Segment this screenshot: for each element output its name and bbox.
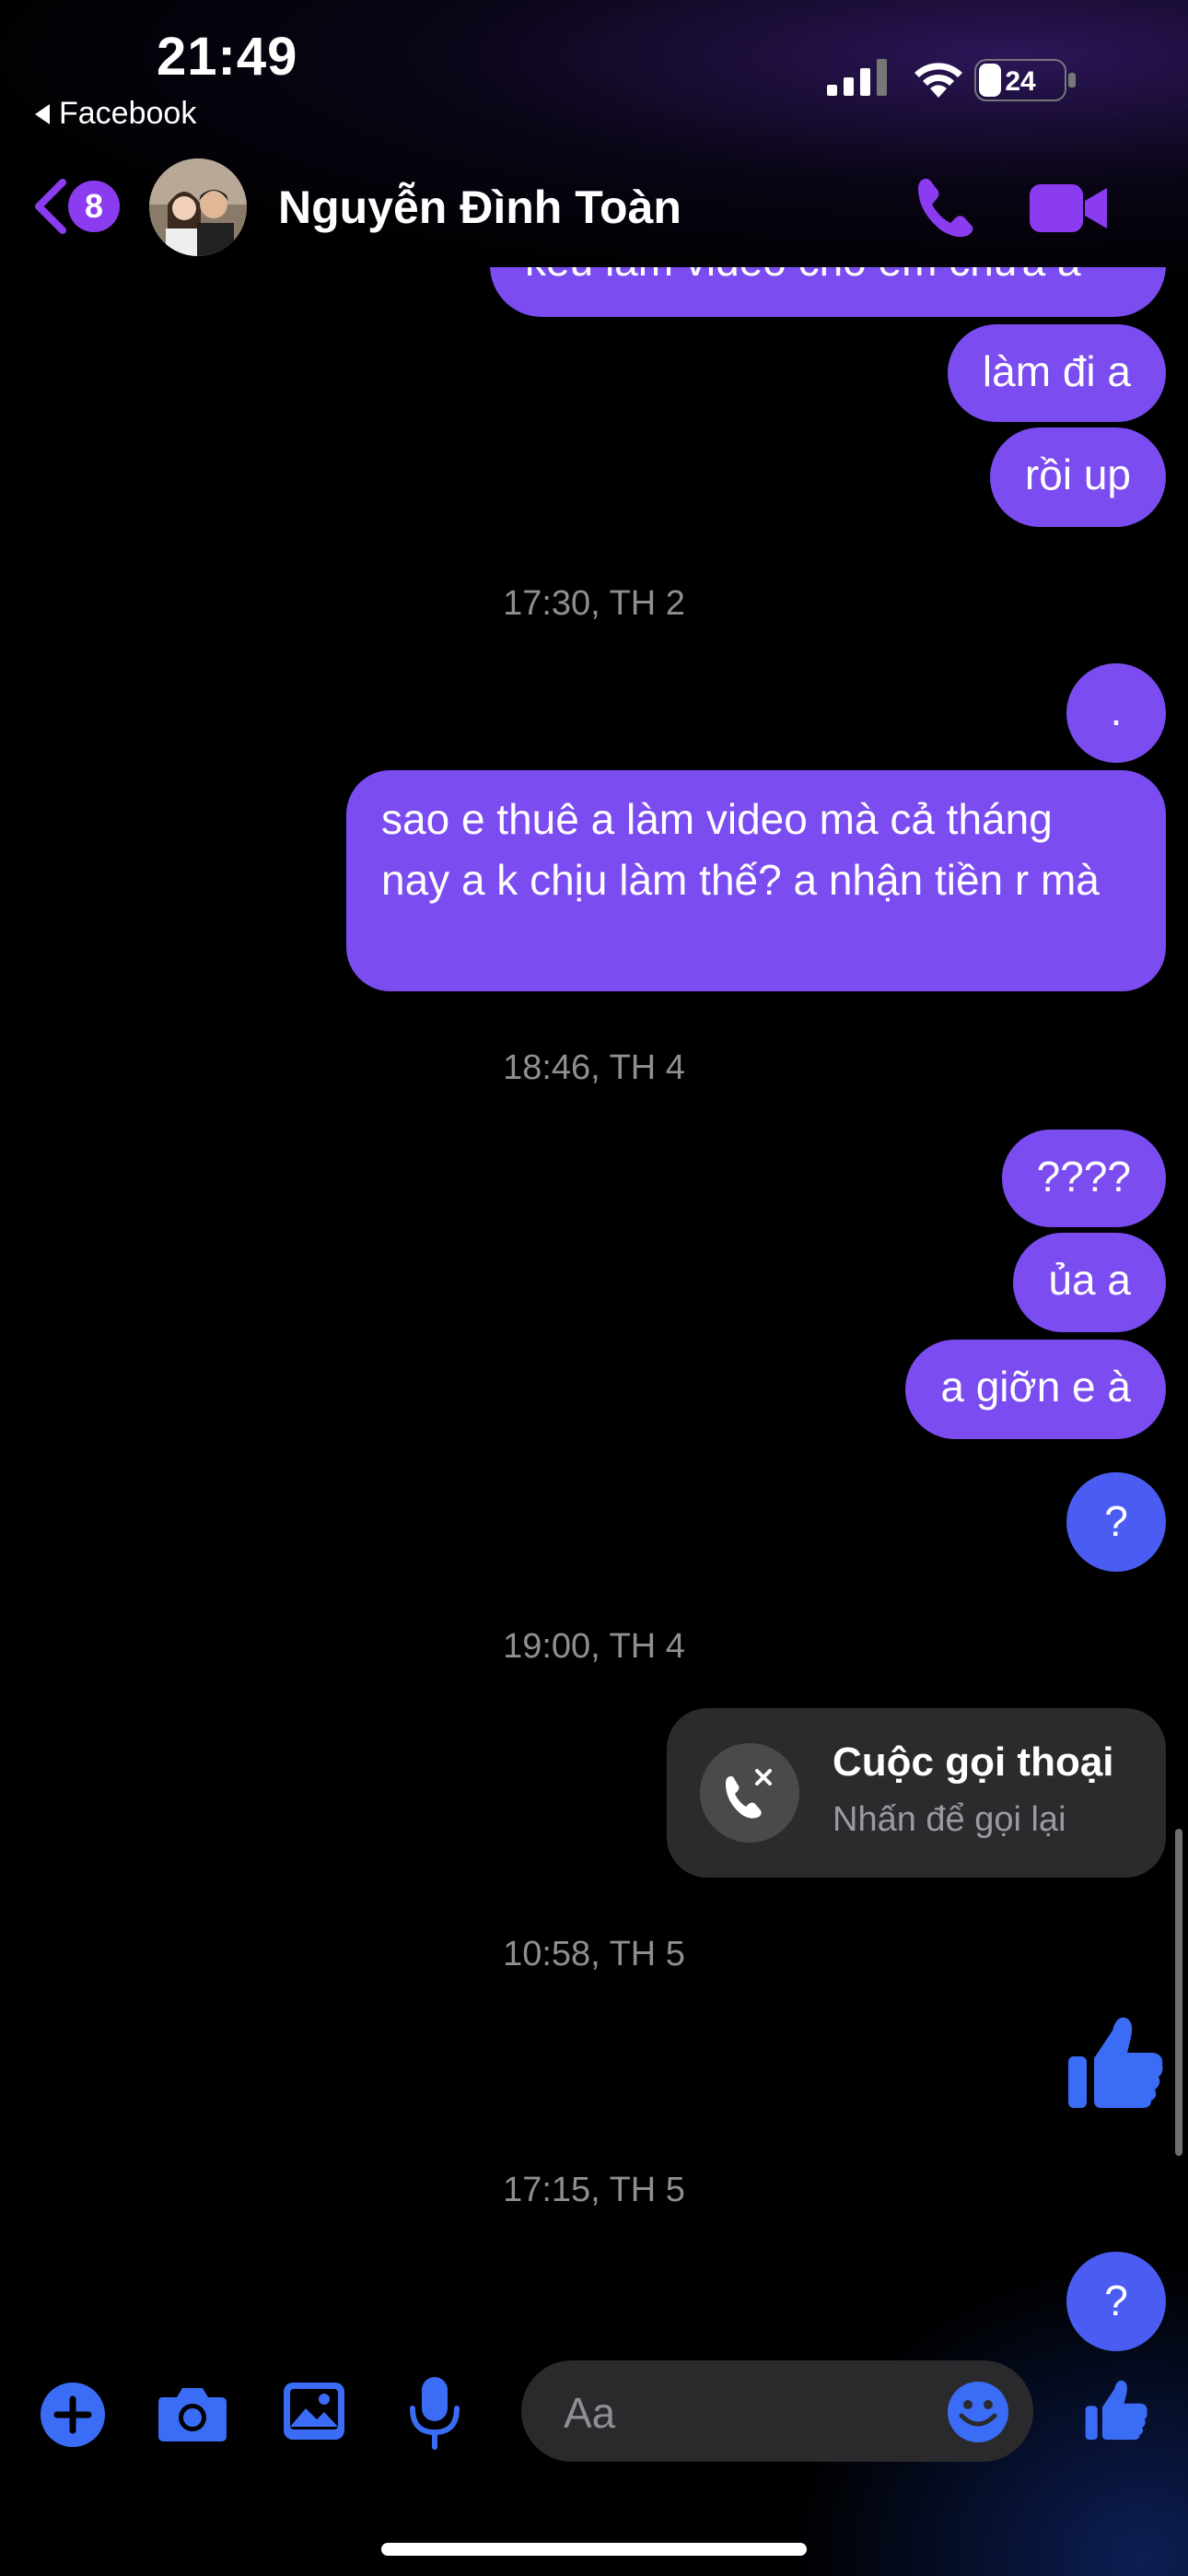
wifi-icon xyxy=(914,63,962,98)
status-icons xyxy=(827,57,967,98)
thumbs-up-icon[interactable] xyxy=(1065,2012,1166,2113)
message-bubble[interactable]: ? xyxy=(1066,1472,1166,1572)
call-title: Cuộc gọi thoại xyxy=(833,1739,1114,1785)
timestamp: 17:15, TH 5 xyxy=(503,2171,685,2209)
scrollbar[interactable] xyxy=(1175,1829,1182,2156)
unread-badge: 8 xyxy=(68,181,120,232)
plus-icon[interactable] xyxy=(39,2381,107,2449)
timestamp: 17:30, TH 2 xyxy=(503,584,685,623)
message-bubble[interactable]: ủa a xyxy=(1013,1233,1166,1332)
chevron-left-icon xyxy=(35,179,66,234)
message-input[interactable]: Aa xyxy=(521,2360,1033,2462)
missed-call-card[interactable]: Cuộc gọi thoại Nhấn để gọi lại xyxy=(667,1708,1166,1878)
message-bubble[interactable]: ? xyxy=(1066,2252,1166,2351)
missed-call-icon-circle xyxy=(700,1743,799,1843)
message-bubble[interactable]: . xyxy=(1066,663,1166,763)
battery-level: 24 xyxy=(1005,66,1036,97)
send-like-icon[interactable] xyxy=(1083,2377,1149,2443)
timestamp: 10:58, TH 5 xyxy=(503,1935,685,1973)
call-subtitle: Nhấn để gọi lại xyxy=(833,1800,1066,1839)
home-indicator[interactable] xyxy=(381,2543,807,2556)
timestamp: 19:00, TH 4 xyxy=(503,1627,685,1666)
battery-icon: 24 xyxy=(974,59,1076,101)
microphone-icon[interactable] xyxy=(407,2375,462,2451)
emoji-icon[interactable] xyxy=(947,2381,1009,2443)
message-bubble[interactable]: làm đi a xyxy=(947,324,1166,422)
camera-icon[interactable] xyxy=(157,2383,228,2443)
cellular-signal-icon xyxy=(827,59,887,96)
back-app-label: Facebook xyxy=(59,96,197,131)
phone-call-icon[interactable] xyxy=(914,175,978,240)
message-input-placeholder: Aa xyxy=(564,2389,616,2437)
video-call-icon[interactable] xyxy=(1030,182,1109,234)
message-bubble[interactable]: ???? xyxy=(1001,1130,1166,1227)
gallery-icon[interactable] xyxy=(282,2381,346,2441)
message-bubble[interactable]: sao e thuê a làm video mà cả tháng nay a… xyxy=(346,770,1166,991)
chat-header: 8 Nguyễn Đình Toàn xyxy=(0,147,1188,267)
back-button[interactable] xyxy=(31,179,68,234)
back-to-app-link[interactable]: Facebook xyxy=(35,96,196,132)
contact-name[interactable]: Nguyễn Đình Toàn xyxy=(278,181,681,234)
avatar-photo xyxy=(149,158,247,256)
message-bubble[interactable]: a giỡn e à xyxy=(905,1340,1166,1439)
contact-avatar[interactable] xyxy=(149,158,247,256)
timestamp: 18:46, TH 4 xyxy=(503,1048,685,1087)
back-triangle-icon xyxy=(35,103,50,124)
message-bubble[interactable]: rồi up xyxy=(989,427,1166,527)
status-time: 21:49 xyxy=(157,27,298,87)
missed-call-icon xyxy=(726,1769,772,1819)
